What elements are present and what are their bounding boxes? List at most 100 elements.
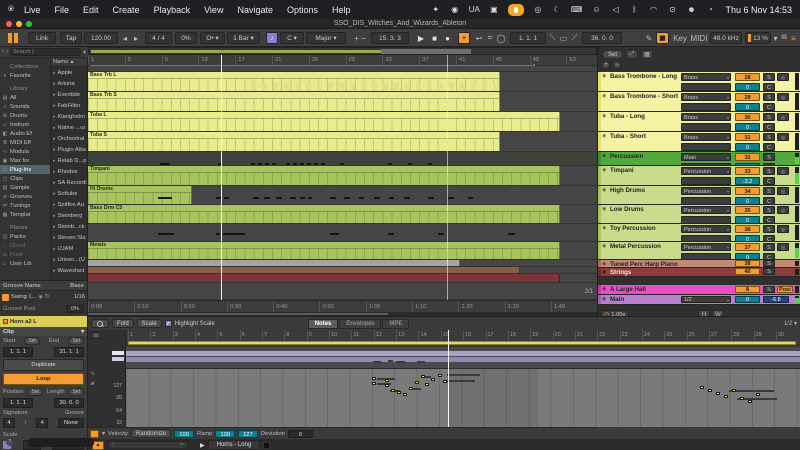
solo-button[interactable]: S (763, 243, 775, 251)
hamburger-menu-icon[interactable]: ≡ (789, 32, 798, 44)
browser-list-item[interactable]: ▸ Plugin Allia (51, 144, 87, 155)
track-number-box[interactable]: A (735, 286, 760, 293)
editor-grid-select[interactable]: 1/2 ▾ (784, 320, 797, 327)
browser-section-item[interactable]: ≣ MIDI Eff (0, 138, 50, 147)
arm-button[interactable]: ◎ (777, 187, 789, 195)
track-lane[interactable]: Metals (88, 242, 597, 260)
stop-button[interactable]: ■ (429, 32, 440, 44)
output-routing-select[interactable]: Brass (681, 113, 731, 121)
disclosure-triangle-icon[interactable]: ▸ (53, 103, 56, 109)
info-view-collapsed[interactable] (28, 438, 94, 447)
loop-length-field[interactable]: 30. 0. 0 (54, 398, 84, 408)
track-lane[interactable] (88, 267, 597, 274)
track-lane[interactable]: Tuba L (88, 112, 597, 132)
sample-rate-field[interactable]: 48.0 kHz (710, 32, 742, 44)
track-fold-icon[interactable]: ◉ (602, 296, 606, 302)
editor-tab[interactable]: Envelopes (339, 319, 381, 329)
pan-box[interactable]: C (763, 123, 775, 131)
track-name[interactable]: Strings (610, 269, 631, 276)
solo-button[interactable]: S (763, 167, 775, 175)
track-lane[interactable] (88, 152, 597, 166)
piano-roll-strip[interactable] (126, 347, 800, 369)
groove-row-name[interactable]: Swing 1... (11, 294, 36, 300)
expand-tool-icon[interactable]: ⤢ (626, 50, 638, 59)
output-routing-select[interactable]: Brass (681, 133, 731, 141)
arm-button[interactable]: ◎ (777, 206, 789, 214)
menu-item[interactable]: Navigate (237, 5, 273, 15)
solo-button[interactable]: S (763, 225, 775, 233)
track-fold-icon[interactable]: ◉ (602, 187, 606, 193)
track-name[interactable]: High Drums (610, 187, 645, 194)
disclosure-triangle-icon[interactable]: ▸ (53, 169, 56, 175)
solo-button[interactable]: S (763, 286, 775, 293)
track-number-box[interactable]: 32 (735, 153, 760, 161)
arm-button[interactable]: ◎ (777, 243, 789, 251)
loop-switch[interactable]: ▭ (558, 32, 569, 44)
status-icon[interactable]: ☾ (552, 4, 562, 16)
arrangement-playhead[interactable] (221, 55, 222, 300)
arrangement-clip[interactable]: Bass Drm C5 (88, 205, 560, 223)
track-fold-icon[interactable]: ◉ (602, 206, 606, 212)
clip-body[interactable] (88, 249, 559, 259)
arm-button[interactable]: ◎ (777, 73, 789, 81)
play-clip-icon[interactable]: ▶ (200, 442, 205, 449)
browser-section-item[interactable]: Collections (0, 62, 50, 71)
browser-section-item[interactable]: ⌂ User Lib (0, 259, 50, 268)
browser-section-item[interactable]: Library (0, 84, 50, 93)
track-lane[interactable] (88, 260, 597, 267)
pan-box[interactable]: C (763, 235, 775, 243)
disclosure-triangle-icon[interactable]: ▸ (53, 81, 56, 87)
scale-name-menu[interactable]: Major ▾ (306, 32, 346, 44)
computer-midi-keyboard-icon[interactable]: ▦ (656, 32, 669, 44)
arrangement-clip[interactable]: Bass Trb L (88, 72, 500, 91)
track-name[interactable]: Tuned Perc Harp Piano (610, 261, 678, 268)
clip-body[interactable] (88, 193, 191, 204)
sub-routing-box[interactable] (681, 103, 731, 111)
set-start-button[interactable]: Set (24, 337, 40, 345)
disclosure-triangle-icon[interactable]: ▸ (53, 202, 56, 208)
output-routing-select[interactable]: Percussion (681, 225, 731, 233)
pan-box[interactable]: C (763, 216, 775, 224)
solo-button[interactable]: S (763, 73, 775, 81)
sub-routing-box[interactable] (681, 253, 731, 261)
follow-ring-icon[interactable]: ◯ (496, 32, 506, 44)
browser-list-item[interactable]: ▸ Softube (51, 188, 87, 199)
arrangement-clip[interactable]: Tuba L (88, 112, 560, 131)
track-header[interactable]: ◉ Strings 40 S (598, 268, 800, 277)
fold-button[interactable]: Fold (112, 319, 134, 328)
deviation-field[interactable]: 0 (288, 430, 313, 438)
punch-out-button[interactable]: ⟋ (570, 32, 579, 44)
arrangement-clip[interactable] (88, 267, 520, 273)
clip-start-field[interactable]: 1. 1. 1 (3, 347, 33, 357)
disclosure-triangle-icon[interactable]: ▸ (53, 114, 56, 120)
browser-list-item[interactable]: ▸ Klanghelm (51, 111, 87, 122)
main-cue-volume-box[interactable]: 0 (735, 296, 760, 303)
track-fold-icon[interactable]: ◉ (602, 73, 606, 79)
clip-end-field[interactable]: 31. 1. 1 (54, 347, 84, 357)
track-number-box[interactable]: 29 (735, 93, 760, 101)
track-name[interactable]: Tuba - Long (610, 113, 645, 120)
disclosure-triangle-icon[interactable]: ▸ (53, 246, 56, 252)
clip-body[interactable] (88, 260, 459, 266)
volume-value-box[interactable]: 0 (735, 216, 760, 224)
status-icon[interactable]: UA (469, 4, 480, 16)
volume-value-box[interactable]: 0 (735, 143, 760, 151)
editor-loop-bar[interactable] (128, 341, 796, 345)
pan-box[interactable]: C (763, 83, 775, 91)
set-button[interactable]: Set (602, 50, 623, 59)
lock-icon[interactable]: ◉ (38, 294, 42, 300)
browser-list-item[interactable]: ▸ Eventide (51, 89, 87, 100)
loop-start-field[interactable]: 1. 1. 1 (510, 32, 546, 44)
link-button[interactable]: Link (28, 32, 56, 44)
io-toggle-icon[interactable]: ▦ (641, 50, 653, 59)
track-fold-icon[interactable]: ◉ (602, 243, 606, 249)
browser-list-item[interactable]: ▸ UJAM (51, 243, 87, 254)
focused-track-selector[interactable]: ▶ Horns - Long (200, 440, 270, 450)
track-header[interactable]: ◉ Bass Trombone - Long Brass 28 S ◎ 0 C (598, 72, 800, 92)
editor-tab[interactable]: Notes (308, 319, 339, 329)
track-lane[interactable] (88, 283, 597, 300)
piano-key[interactable] (112, 351, 124, 355)
browser-section-item[interactable]: ● Favorite (0, 71, 50, 80)
clip-body[interactable] (88, 212, 559, 223)
disclosure-triangle-icon[interactable]: ▸ (53, 136, 56, 142)
